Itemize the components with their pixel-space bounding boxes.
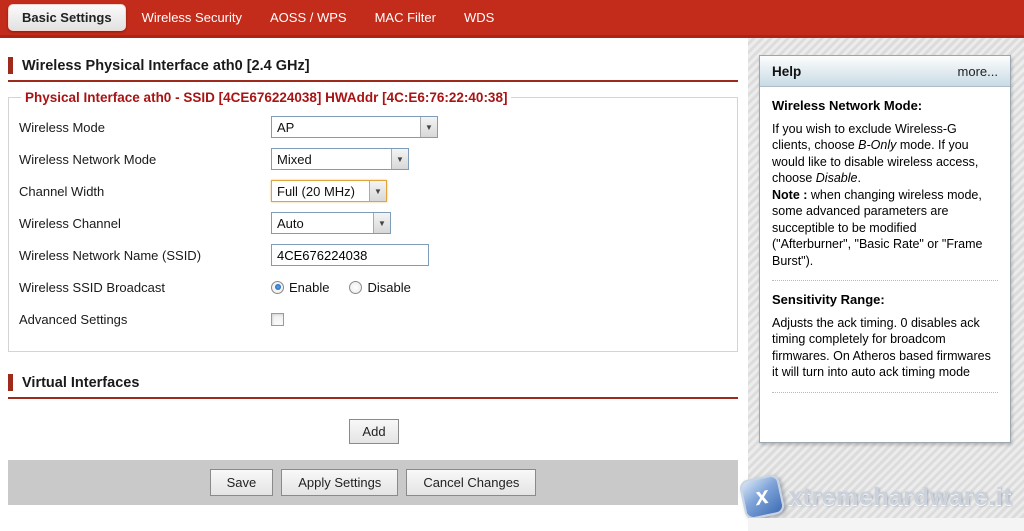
- help-divider: [772, 392, 998, 393]
- wireless-mode-value: AP: [272, 117, 420, 137]
- ssid-broadcast-enable-radio[interactable]: [271, 281, 284, 294]
- tab-wds[interactable]: WDS: [464, 10, 494, 25]
- chevron-down-icon[interactable]: ▼: [391, 149, 408, 169]
- fieldset-legend: Physical Interface ath0 - SSID [4CE67622…: [21, 90, 511, 105]
- help-panel-area: Help more... Wireless Network Mode: If y…: [748, 38, 1024, 531]
- red-accent-bar: [8, 57, 13, 74]
- top-nav: Basic Settings Wireless Security AOSS / …: [0, 0, 1024, 38]
- apply-settings-button[interactable]: Apply Settings: [281, 469, 398, 496]
- ssid-input[interactable]: [271, 244, 429, 266]
- wireless-channel-value: Auto: [272, 213, 373, 233]
- tab-wireless-security[interactable]: Wireless Security: [142, 10, 242, 25]
- tab-mac-filter[interactable]: MAC Filter: [375, 10, 436, 25]
- ssid-row: Wireless Network Name (SSID): [19, 239, 727, 271]
- help-topic1-heading: Wireless Network Mode:: [772, 98, 998, 115]
- advanced-settings-label: Advanced Settings: [19, 312, 271, 327]
- save-button[interactable]: Save: [210, 469, 274, 496]
- help-more-link[interactable]: more...: [958, 64, 998, 79]
- physical-interface-fieldset: Physical Interface ath0 - SSID [4CE67622…: [8, 90, 738, 352]
- network-mode-row: Wireless Network Mode Mixed ▼: [19, 143, 727, 175]
- channel-width-select[interactable]: Full (20 MHz) ▼: [271, 180, 387, 202]
- xtremehardware-logo-icon: x: [738, 473, 785, 520]
- network-mode-label: Wireless Network Mode: [19, 152, 271, 167]
- footer-button-strip: Save Apply Settings Cancel Changes: [8, 460, 738, 505]
- wireless-mode-select[interactable]: AP ▼: [271, 116, 438, 138]
- chevron-down-icon[interactable]: ▼: [420, 117, 437, 137]
- tab-basic-settings[interactable]: Basic Settings: [8, 4, 126, 31]
- help-header: Help more...: [760, 56, 1010, 87]
- ssid-broadcast-disable-radio[interactable]: [349, 281, 362, 294]
- channel-width-label: Channel Width: [19, 184, 271, 199]
- advanced-settings-row: Advanced Settings: [19, 303, 727, 335]
- help-topic1-text: If you wish to exclude Wireless-G client…: [772, 121, 998, 270]
- ssid-broadcast-enable-label: Enable: [289, 280, 329, 295]
- help-note-label: Note :: [772, 188, 807, 202]
- wireless-channel-label: Wireless Channel: [19, 216, 271, 231]
- add-button[interactable]: Add: [349, 419, 398, 444]
- network-mode-select[interactable]: Mixed ▼: [271, 148, 409, 170]
- ssid-broadcast-row: Wireless SSID Broadcast Enable Disable: [19, 271, 727, 303]
- wireless-channel-select[interactable]: Auto ▼: [271, 212, 391, 234]
- virtual-interfaces-title: Virtual Interfaces: [22, 375, 139, 391]
- ssid-broadcast-disable-label: Disable: [367, 280, 410, 295]
- bottom-strip: [748, 518, 1024, 531]
- chevron-down-icon[interactable]: ▼: [369, 181, 386, 201]
- channel-width-row: Channel Width Full (20 MHz) ▼: [19, 175, 727, 207]
- section-header-physical: Wireless Physical Interface ath0 [2.4 GH…: [8, 57, 738, 82]
- help-topic2-heading: Sensitivity Range:: [772, 292, 998, 309]
- ssid-label: Wireless Network Name (SSID): [19, 248, 271, 263]
- advanced-settings-checkbox[interactable]: [271, 313, 284, 326]
- cancel-changes-button[interactable]: Cancel Changes: [406, 469, 536, 496]
- help-title: Help: [772, 64, 801, 79]
- ssid-broadcast-label: Wireless SSID Broadcast: [19, 280, 271, 295]
- section-header-virtual: Virtual Interfaces: [8, 374, 738, 399]
- add-button-row: Add: [0, 419, 748, 444]
- help-box: Help more... Wireless Network Mode: If y…: [759, 55, 1011, 443]
- help-topic2-text: Adjusts the ack timing. 0 disables ack t…: [772, 315, 998, 381]
- main-content: Wireless Physical Interface ath0 [2.4 GH…: [0, 41, 748, 531]
- tab-aoss-wps[interactable]: AOSS / WPS: [270, 10, 347, 25]
- help-body: Wireless Network Mode: If you wish to ex…: [760, 87, 1010, 415]
- chevron-down-icon[interactable]: ▼: [373, 213, 390, 233]
- wireless-mode-row: Wireless Mode AP ▼: [19, 111, 727, 143]
- channel-width-value: Full (20 MHz): [272, 181, 369, 201]
- red-accent-bar: [8, 374, 13, 391]
- network-mode-value: Mixed: [272, 149, 391, 169]
- page-title: Wireless Physical Interface ath0 [2.4 GH…: [22, 58, 310, 74]
- help-divider: [772, 280, 998, 281]
- wireless-channel-row: Wireless Channel Auto ▼: [19, 207, 727, 239]
- watermark: x xtremehardware.it: [742, 477, 1012, 517]
- watermark-text: xtremehardware.it: [788, 483, 1012, 512]
- wireless-mode-label: Wireless Mode: [19, 120, 271, 135]
